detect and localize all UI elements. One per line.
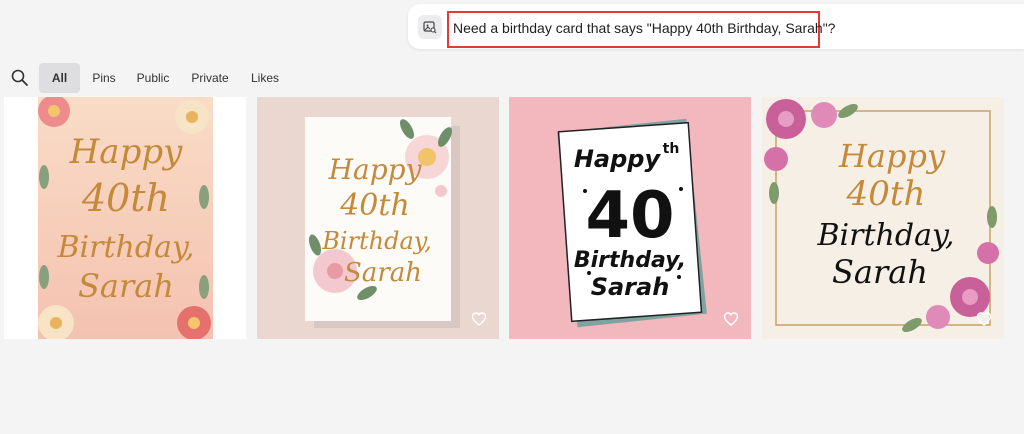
heart-icon[interactable] <box>471 311 487 327</box>
search-icon[interactable] <box>10 68 30 88</box>
card-1-line-2: 40th <box>81 176 170 220</box>
tab-all[interactable]: All <box>39 63 80 93</box>
card-1-line-1: Happy <box>69 132 183 172</box>
tab-private[interactable]: Private <box>187 63 233 93</box>
card-1-line-3: Birthday, <box>57 230 195 265</box>
card-4-line-1: Happy <box>838 137 946 175</box>
card-2-line-1: Happy <box>328 153 423 186</box>
prompt-bar[interactable]: Need a birthday card that says "Happy 40… <box>408 4 1024 49</box>
tab-likes[interactable]: Likes <box>246 63 284 93</box>
generated-card-3[interactable]: Happy th 40 Birthday, Sarah <box>509 97 751 339</box>
image-search-icon <box>423 21 437 34</box>
card-3-line-2: th <box>663 141 680 157</box>
generated-card-4[interactable]: Happy 40th Birthday, Sarah <box>762 97 1004 339</box>
generated-card-2[interactable]: Happy 40th Birthday, Sarah <box>257 97 499 339</box>
heart-icon[interactable] <box>976 311 992 327</box>
image-search-button[interactable] <box>418 15 442 39</box>
heart-icon[interactable] <box>723 311 739 327</box>
card-4-line-3: Birthday, <box>817 218 955 253</box>
card-2-line-2: 40th <box>339 188 410 223</box>
card-2-line-4: Sarah <box>344 258 422 288</box>
prompt-text[interactable]: Need a birthday card that says "Happy 40… <box>453 20 835 36</box>
card-1-line-4: Sarah <box>78 267 174 305</box>
tab-public[interactable]: Public <box>133 63 173 93</box>
tab-pins[interactable]: Pins <box>86 63 122 93</box>
card-4-line-2: 40th <box>846 174 926 214</box>
page: Need a birthday card that says "Happy 40… <box>0 0 1024 434</box>
card-4-line-4: Sarah <box>832 253 928 291</box>
filter-bar: All Pins Public Private Likes <box>0 60 1024 94</box>
generated-card-1[interactable]: Happy 40th Birthday, Sarah <box>4 97 246 339</box>
card-3-line-1: Happy <box>574 145 662 173</box>
card-2-line-3: Birthday, <box>321 227 432 255</box>
card-3-line-4: Birthday, <box>574 248 686 273</box>
image-gallery: Happy 40th Birthday, Sarah Happy 40th Bi… <box>0 97 1024 341</box>
card-3-line-5: Sarah <box>591 273 670 301</box>
card-3-line-3: 40 <box>585 179 674 253</box>
